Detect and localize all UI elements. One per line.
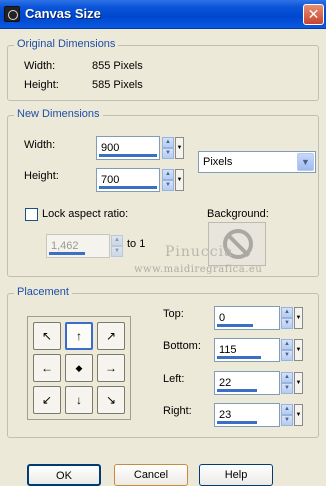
chevron-down-icon[interactable]: ▼ (297, 153, 314, 171)
top-slider-bar[interactable] (217, 324, 253, 327)
left-value: 22 (219, 377, 232, 389)
width-down-arrow-icon[interactable]: ▼ (162, 148, 174, 159)
bottom-dropdown-button[interactable]: ▼ (294, 339, 303, 361)
width-slider-bar[interactable] (99, 154, 157, 157)
left-up-arrow-icon[interactable]: ▲ (281, 372, 293, 383)
original-width-value: 855 Pixels (92, 60, 143, 72)
anchor-bottom-left[interactable]: ↙ (33, 386, 61, 414)
close-button[interactable]: ✕ (303, 4, 324, 25)
left-label: Left: (163, 373, 185, 385)
right-slider-bar[interactable] (217, 421, 257, 424)
aspect-ratio-slider-bar[interactable] (49, 252, 85, 255)
top-down-arrow-icon[interactable]: ▼ (281, 318, 293, 329)
watermark-name: Pinuccia (165, 244, 234, 260)
watermark-url: www.maidiregrafica.eu (134, 264, 263, 275)
background-label: Background: (207, 208, 269, 220)
bottom-label: Bottom: (163, 340, 201, 352)
bottom-input[interactable]: 115 (214, 338, 280, 362)
width-input[interactable]: 900 (96, 136, 160, 160)
right-dropdown-button[interactable]: ▼ (294, 404, 303, 426)
aspect-ratio-input[interactable]: 1,462 (46, 234, 110, 258)
to-one-label: to 1 (127, 238, 146, 250)
right-spinner[interactable]: ▲ ▼ (281, 404, 293, 426)
height-dropdown-button[interactable]: ▼ (175, 169, 184, 191)
aspect-down-arrow-icon[interactable]: ▼ (111, 246, 123, 257)
aspect-up-arrow-icon[interactable]: ▲ (111, 235, 123, 246)
anchor-bottom-center[interactable]: ↓ (65, 386, 93, 414)
ok-button[interactable]: OK (27, 464, 101, 486)
bottom-up-arrow-icon[interactable]: ▲ (281, 339, 293, 350)
width-spinner[interactable]: ▲ ▼ (162, 137, 174, 159)
anchor-top-right[interactable]: ↗ (97, 322, 125, 350)
right-label: Right: (163, 405, 192, 417)
anchor-grid: ↖ ↑ ↗ ← ◆ → ↙ ↓ ↘ (27, 316, 131, 420)
right-value: 23 (219, 409, 232, 421)
height-input[interactable]: 700 (96, 168, 160, 192)
placement-label: Placement (14, 286, 72, 298)
new-height-label: Height: (24, 170, 59, 182)
new-width-label: Width: (24, 139, 56, 151)
anchor-center[interactable]: ◆ (65, 354, 93, 382)
anchor-bottom-right[interactable]: ↘ (97, 386, 125, 414)
original-width-label: Width: (24, 60, 56, 72)
bottom-value: 115 (219, 344, 237, 356)
anchor-top-left[interactable]: ↖ (33, 322, 61, 350)
top-spinner[interactable]: ▲ ▼ (281, 307, 293, 329)
left-input[interactable]: 22 (214, 371, 280, 395)
units-select[interactable]: Pixels ▼ (198, 151, 316, 173)
left-spinner[interactable]: ▲ ▼ (281, 372, 293, 394)
app-icon (4, 6, 20, 22)
bottom-spinner[interactable]: ▲ ▼ (281, 339, 293, 361)
top-up-arrow-icon[interactable]: ▲ (281, 307, 293, 318)
aspect-ratio-value: 1,462 (51, 240, 79, 252)
original-height-label: Height: (24, 79, 59, 91)
height-slider-bar[interactable] (99, 186, 157, 189)
right-input[interactable]: 23 (214, 403, 280, 427)
original-dimensions-group: Original Dimensions (7, 38, 319, 101)
left-down-arrow-icon[interactable]: ▼ (281, 383, 293, 394)
anchor-top-center[interactable]: ↑ (65, 322, 93, 350)
title-bar: Canvas Size ✕ (0, 0, 326, 29)
original-dimensions-label: Original Dimensions (14, 38, 119, 50)
right-down-arrow-icon[interactable]: ▼ (281, 415, 293, 426)
height-spinner[interactable]: ▲ ▼ (162, 169, 174, 191)
anchor-middle-right[interactable]: → (97, 354, 125, 382)
top-input[interactable]: 0 (214, 306, 280, 330)
anchor-middle-left[interactable]: ← (33, 354, 61, 382)
height-up-arrow-icon[interactable]: ▲ (162, 169, 174, 180)
height-value: 700 (101, 174, 120, 186)
bottom-slider-bar[interactable] (217, 356, 261, 359)
width-dropdown-button[interactable]: ▼ (175, 137, 184, 159)
bottom-down-arrow-icon[interactable]: ▼ (281, 350, 293, 361)
left-slider-bar[interactable] (217, 389, 257, 392)
left-dropdown-button[interactable]: ▼ (294, 372, 303, 394)
top-value: 0 (219, 312, 226, 324)
new-dimensions-label: New Dimensions (14, 108, 103, 120)
lock-aspect-checkbox[interactable] (25, 208, 38, 221)
cancel-button[interactable]: Cancel (114, 464, 188, 486)
lock-aspect-label: Lock aspect ratio: (42, 208, 129, 220)
units-value: Pixels (203, 156, 233, 168)
window-title: Canvas Size (25, 6, 101, 21)
top-dropdown-button[interactable]: ▼ (294, 307, 303, 329)
height-down-arrow-icon[interactable]: ▼ (162, 180, 174, 191)
right-up-arrow-icon[interactable]: ▲ (281, 404, 293, 415)
help-button[interactable]: Help (199, 464, 273, 486)
width-up-arrow-icon[interactable]: ▲ (162, 137, 174, 148)
original-height-value: 585 Pixels (92, 79, 143, 91)
aspect-ratio-spinner[interactable]: ▲ ▼ (111, 235, 123, 257)
width-value: 900 (101, 142, 120, 154)
top-label: Top: (163, 308, 184, 320)
